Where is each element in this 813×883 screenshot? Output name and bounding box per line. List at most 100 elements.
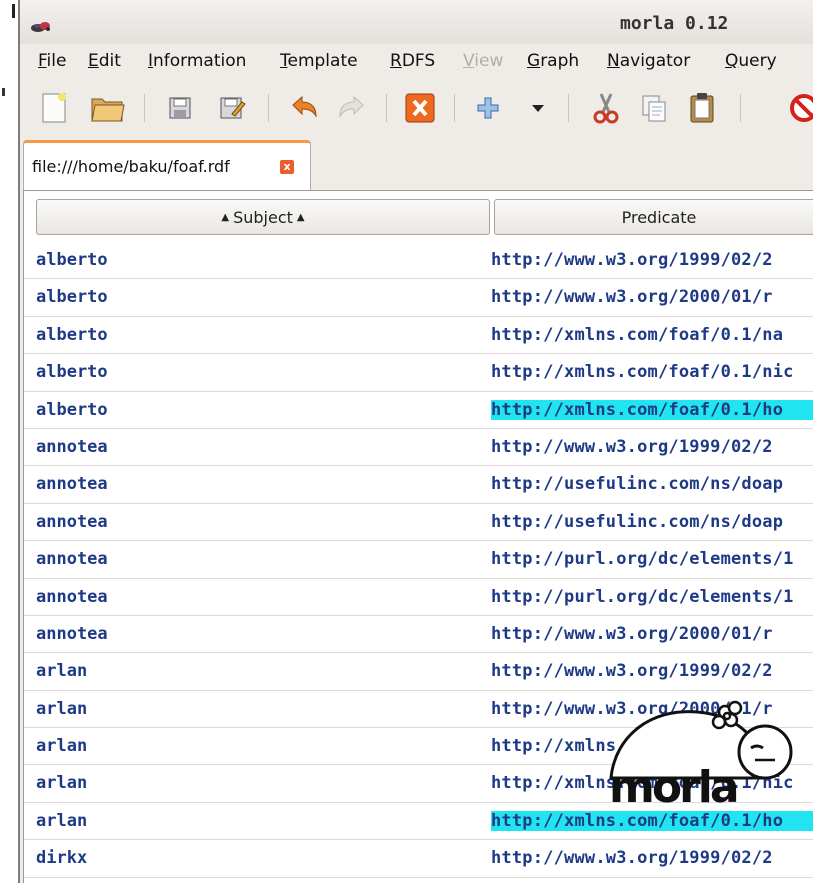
column-header-label: Subject: [233, 207, 293, 227]
menu-view[interactable]: View: [463, 51, 503, 71]
tab-close-icon[interactable]: x: [280, 160, 294, 174]
toolbar-separator: [740, 94, 741, 122]
subject-cell: arlan: [36, 698, 88, 719]
table-row[interactable]: alberto http://www.w3.org/2000/01/r: [24, 279, 813, 317]
table-row[interactable]: annotea http://usefulinc.com/ns/doap: [24, 504, 813, 542]
menu-mnemonic: F: [38, 51, 47, 71]
close-x-icon[interactable]: [400, 88, 440, 128]
subject-cell: alberto: [36, 362, 108, 383]
table-row[interactable]: alberto http://xmlns.com/foaf/0.1/ho: [24, 392, 813, 429]
redo-icon[interactable]: [332, 88, 372, 128]
menu-label-rest: ile: [46, 51, 67, 71]
subject-cell: dirkx: [36, 848, 88, 869]
menu-label-rest: dit: [98, 51, 121, 71]
undo-icon[interactable]: [284, 88, 324, 128]
table-row[interactable]: annotea http://www.w3.org/2000/01/r: [24, 616, 813, 654]
menu-template[interactable]: Template: [280, 51, 358, 71]
subject-cell: annotea: [36, 511, 108, 532]
menu-rdfs[interactable]: RDFS: [390, 51, 435, 71]
tab-label: file:///home/baku/foaf.rdf: [32, 157, 230, 176]
menu-mnemonic: V: [463, 51, 475, 71]
menu-mnemonic: G: [527, 51, 541, 71]
table-row[interactable]: annotea http://purl.org/dc/elements/1: [24, 541, 813, 579]
menu-label-rest: iew: [474, 51, 504, 71]
predicate-cell: http://www.w3.org/2000/01/r: [491, 623, 773, 644]
subject-cell: alberto: [36, 324, 108, 345]
morla-app-icon: [31, 22, 50, 32]
paste-icon[interactable]: [682, 88, 722, 128]
copy-icon[interactable]: [634, 88, 674, 128]
column-header-label: Predicate: [621, 207, 697, 227]
subject-cell: annotea: [36, 549, 108, 570]
menu-information[interactable]: Information: [148, 51, 246, 71]
title-bar[interactable]: morla 0.12: [20, 0, 813, 45]
subject-cell: annotea: [36, 436, 108, 457]
predicate-cell: http://xmlns.com/foaf/0.1/na: [491, 324, 784, 345]
table-row[interactable]: alberto http://www.w3.org/1999/02/2: [24, 242, 813, 280]
predicate-cell: http://usefulinc.com/ns/doap: [491, 511, 784, 532]
window-title: morla 0.12: [620, 13, 729, 34]
predicate-cell: http://www.w3.org/1999/02/2: [491, 848, 773, 869]
morla-logo: morla: [609, 700, 793, 810]
predicate-cell: http://purl.org/dc/elements/1: [491, 586, 794, 607]
menu-edit[interactable]: Edit: [88, 51, 121, 71]
table-row[interactable]: alberto http://xmlns.com/foaf/0.1/na: [24, 317, 813, 355]
predicate-cell: http://www.w3.org/1999/02/2: [491, 436, 773, 457]
save-icon[interactable]: [160, 88, 200, 128]
predicate-cell: http://xmlns.com/foaf/0.1/ho: [491, 810, 813, 831]
menu-label-rest: raph: [540, 51, 580, 71]
menu-mnemonic: Q: [725, 51, 739, 71]
toolbar-separator: [144, 94, 145, 122]
open-folder-icon[interactable]: [88, 88, 128, 128]
menu-label-rest: avigator: [619, 51, 691, 71]
menu-graph[interactable]: Graph: [527, 51, 579, 71]
menu-label-rest: nformation: [153, 51, 247, 71]
predicate-cell: http://www.w3.org/1999/02/2: [491, 250, 773, 270]
menu-bar: File Edit Information Template RDFS View Graph…: [20, 44, 813, 80]
menu-query[interactable]: Query: [725, 51, 777, 71]
menu-label-rest: DFS: [401, 51, 436, 71]
menu-mnemonic: N: [607, 51, 620, 71]
column-header-subject[interactable]: ▲ Subject ▲: [36, 199, 490, 235]
menu-navigator[interactable]: Navigator: [607, 51, 690, 71]
document-tabs: file:///home/baku/foaf.rdf x: [20, 136, 813, 192]
column-header-predicate[interactable]: Predicate: [494, 199, 813, 235]
table-row[interactable]: annotea http://www.w3.org/1999/02/2: [24, 429, 813, 467]
toolbar-separator: [454, 94, 455, 122]
subject-cell: alberto: [36, 399, 108, 420]
morla-logo-text: morla: [609, 762, 737, 810]
subject-cell: annotea: [36, 586, 108, 607]
predicate-cell: http://purl.org/dc/elements/1: [491, 549, 794, 570]
dropdown-arrow-icon[interactable]: [518, 88, 558, 128]
app-window: morla 0.12 File Edit Information Template RD…: [20, 0, 813, 883]
toolbar-separator: [268, 94, 269, 122]
table-row[interactable]: dirkx http://www.w3.org/1999/02/2: [24, 840, 813, 878]
table-row[interactable]: annotea http://purl.org/dc/elements/1: [24, 579, 813, 616]
menu-label-rest: emplate: [287, 51, 358, 71]
menu-mnemonic: R: [390, 51, 402, 71]
table-row[interactable]: arlan http://www.w3.org/1999/02/2: [24, 653, 813, 691]
desktop-edge-mark: [2, 88, 5, 96]
tab-foaf-rdf[interactable]: file:///home/baku/foaf.rdf x: [23, 140, 311, 192]
subject-cell: alberto: [36, 250, 108, 270]
subject-cell: arlan: [36, 810, 88, 831]
menu-mnemonic: T: [280, 51, 288, 71]
subject-cell: annotea: [36, 623, 108, 644]
toolbar-separator: [568, 94, 569, 122]
predicate-cell: http://usefulinc.com/ns/doap: [491, 474, 784, 495]
table-row[interactable]: alberto http://xmlns.com/foaf/0.1/nic: [24, 354, 813, 392]
menu-file[interactable]: File: [38, 51, 66, 71]
subject-cell: arlan: [36, 661, 88, 682]
predicate-cell: http://xmlns.com/foaf/0.1/ho: [491, 399, 813, 420]
stop-icon[interactable]: [784, 88, 813, 128]
add-icon[interactable]: [468, 88, 508, 128]
toolbar-separator: [386, 94, 387, 122]
new-document-icon[interactable]: [34, 88, 74, 128]
predicate-cell: http://www.w3.org/1999/02/2: [491, 661, 773, 682]
cut-icon[interactable]: [586, 88, 626, 128]
menu-label-rest: uery: [738, 51, 777, 71]
save-as-icon[interactable]: [212, 88, 252, 128]
table-row[interactable]: annotea http://usefulinc.com/ns/doap: [24, 466, 813, 504]
subject-cell: alberto: [36, 287, 108, 308]
sort-up-icon: ▲: [221, 211, 230, 223]
